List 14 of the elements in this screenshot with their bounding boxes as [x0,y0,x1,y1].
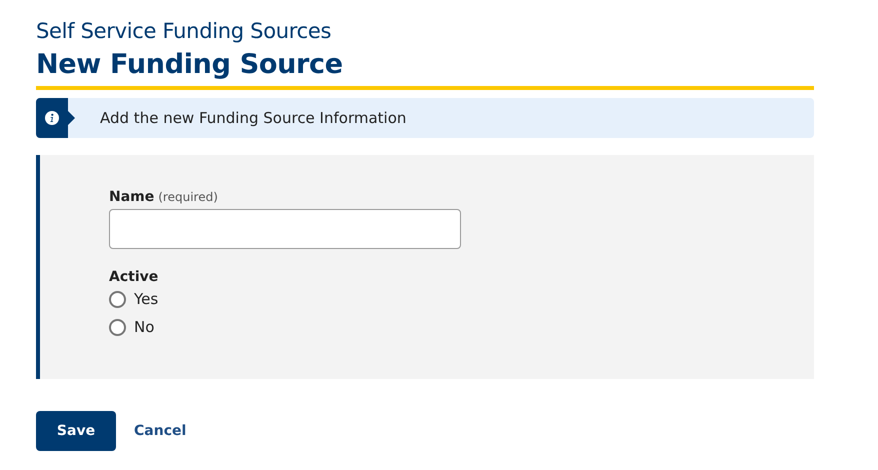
radio-button[interactable] [109,290,126,308]
option-label: Yes [134,290,158,308]
info-text: Add the new Funding Source Information [100,109,406,127]
option-label: No [134,318,154,336]
save-button[interactable]: Save [36,411,116,451]
required-hint: (required) [158,190,218,204]
field-label: Name [109,189,154,205]
field-label: Active [109,269,160,285]
name-input[interactable] [109,209,461,249]
radio-button[interactable] [109,318,126,336]
info-icon [36,98,75,138]
page-subtitle: Self Service Funding Sources [36,18,332,45]
page-title: New Funding Source [36,48,344,82]
cancel-link[interactable]: Cancel [134,423,186,439]
